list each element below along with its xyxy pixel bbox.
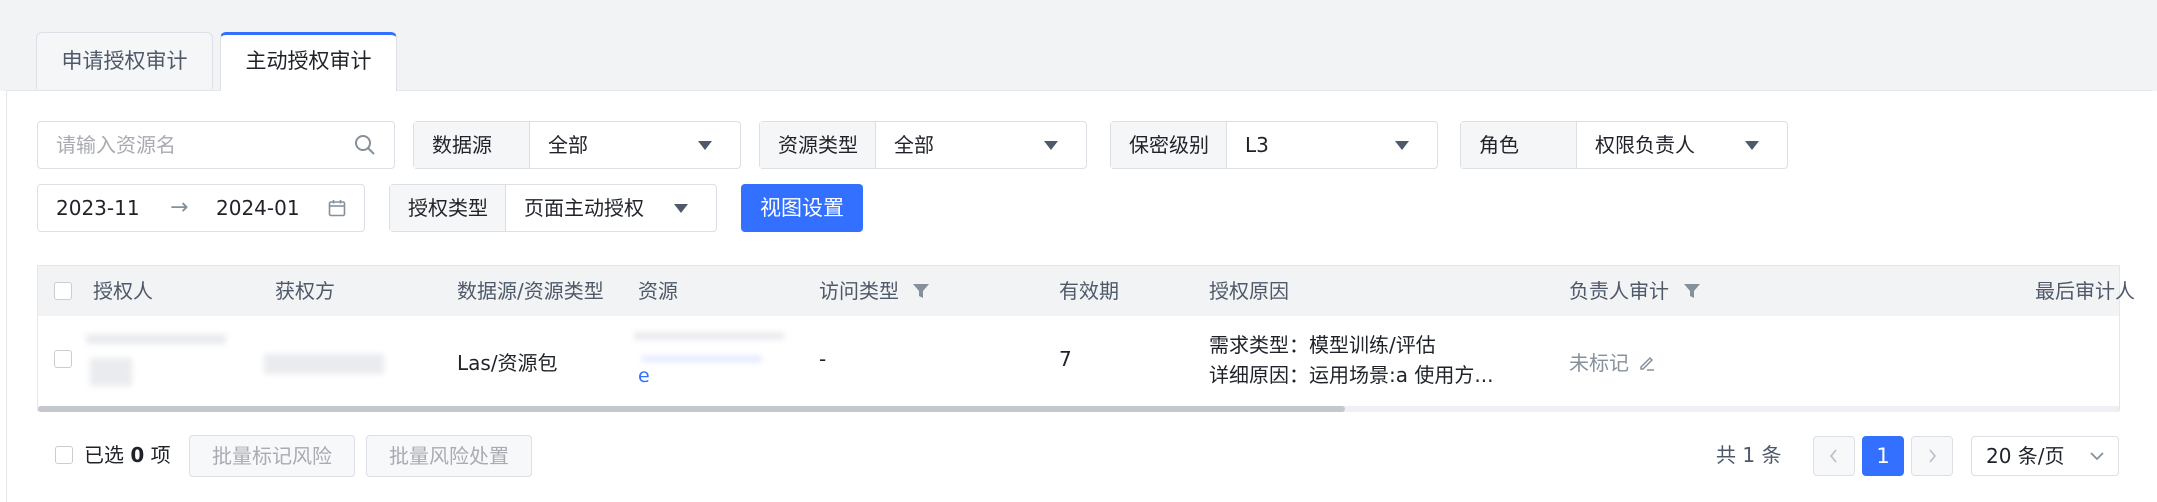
col-grantor: 授权人: [93, 279, 153, 303]
filter-icon[interactable]: [912, 282, 930, 300]
chevron-down-icon: [698, 141, 712, 150]
datasource-label: 数据源: [414, 122, 530, 168]
batch-risk-handle-button[interactable]: 批量风险处置: [366, 435, 532, 477]
selected-label: 已选: [84, 443, 124, 467]
col-grantee: 获权方: [275, 279, 335, 303]
chevron-down-icon: [2090, 452, 2104, 461]
edit-icon[interactable]: [1638, 354, 1656, 372]
chevron-down-icon: [1044, 141, 1058, 150]
resource-type-value: 全部: [894, 133, 934, 157]
prev-page-button[interactable]: [1813, 436, 1855, 476]
datasource-select[interactable]: 数据源 全部: [413, 121, 741, 169]
date-start[interactable]: 2023-11: [56, 185, 140, 231]
chevron-right-icon: [1929, 449, 1937, 463]
col-last-auditor: 最后审计人: [2035, 279, 2135, 303]
auth-type-label: 授权类型: [390, 185, 506, 231]
table-header: 授权人 获权方 数据源/资源类型 资源 访问类型 有效期 授权原因 负责人审计 …: [38, 266, 2135, 316]
batch-mark-risk-button[interactable]: 批量标记风险: [189, 435, 355, 477]
chevron-down-icon: [1395, 141, 1409, 150]
cell-validity: 7: [1059, 347, 1072, 371]
resource-type-label: 资源类型: [760, 122, 876, 168]
view-settings-button[interactable]: 视图设置: [741, 184, 863, 232]
blurred-resource: [634, 332, 784, 340]
blurred-avatar: [90, 358, 132, 386]
date-range-picker[interactable]: 2023-11 → 2024-01: [37, 184, 365, 232]
cell-reason-detail: 详细原因：运用场景:a 使用方...: [1209, 363, 1494, 387]
page-size-select[interactable]: 20 条/页: [1971, 436, 2119, 476]
role-select[interactable]: 角色 权限负责人: [1460, 121, 1788, 169]
role-label: 角色: [1461, 122, 1577, 168]
security-level-label: 保密级别: [1111, 122, 1227, 168]
security-level-select[interactable]: 保密级别 L3: [1110, 121, 1438, 169]
col-owner-audit: 负责人审计: [1569, 279, 1669, 303]
auth-type-value: 页面主动授权: [524, 196, 644, 220]
cell-access-type: -: [819, 347, 827, 371]
blurred-grantor: [86, 334, 226, 344]
search-placeholder: 请输入资源名: [56, 133, 176, 157]
total-prefix: 共: [1716, 443, 1736, 467]
row-checkbox[interactable]: [54, 350, 72, 368]
col-resource: 资源: [638, 279, 678, 303]
col-datasource-type: 数据源/资源类型: [457, 279, 604, 303]
audit-table: 授权人 获权方 数据源/资源类型 资源 访问类型 有效期 授权原因 负责人审计 …: [37, 265, 2135, 412]
footer-select-checkbox[interactable]: [55, 446, 73, 464]
selected-count: 已选 0 项: [84, 441, 171, 469]
selected-unit: 项: [150, 443, 171, 467]
chevron-down-icon: [1745, 141, 1759, 150]
chevron-down-icon: [674, 204, 688, 213]
col-reason: 授权原因: [1209, 279, 1289, 303]
filter-icon[interactable]: [1683, 282, 1701, 300]
security-level-value: L3: [1245, 133, 1269, 157]
date-end[interactable]: 2024-01: [216, 185, 300, 231]
select-all-checkbox[interactable]: [54, 282, 72, 300]
next-page-button[interactable]: [1911, 436, 1953, 476]
arrow-right-icon: →: [170, 195, 189, 220]
cell-datasource-type: Las/资源包: [457, 351, 558, 375]
selected-number: 0: [130, 443, 145, 467]
resource-type-select[interactable]: 资源类型 全部: [759, 121, 1087, 169]
tab-apply-auth-audit[interactable]: 申请授权审计: [36, 32, 213, 89]
cell-owner-audit: 未标记: [1569, 351, 1629, 375]
blurred-resource-link: [642, 356, 762, 362]
calendar-icon: [328, 200, 346, 217]
cell-reason-type: 需求类型：模型训练/评估: [1209, 333, 1436, 357]
total-count: 共 1 条: [1716, 441, 1781, 469]
col-validity: 有效期: [1059, 279, 1119, 303]
tab-active-auth-audit[interactable]: 主动授权审计: [220, 32, 397, 91]
search-icon[interactable]: [354, 134, 376, 156]
auth-type-select[interactable]: 授权类型 页面主动授权: [389, 184, 717, 232]
col-access-type: 访问类型: [819, 279, 899, 303]
chevron-left-icon: [1829, 449, 1837, 463]
blurred-grantee: [264, 354, 384, 374]
page-1-button[interactable]: 1: [1862, 436, 1904, 476]
resource-link[interactable]: e: [638, 365, 650, 387]
horizontal-scrollbar-thumb[interactable]: [38, 406, 1345, 412]
page-size-value: 20 条/页: [1986, 444, 2065, 468]
total-number: 1: [1742, 443, 1756, 467]
datasource-value: 全部: [548, 133, 588, 157]
total-suffix: 条: [1761, 443, 1782, 467]
role-value: 权限负责人: [1595, 133, 1695, 157]
resource-search-input[interactable]: 请输入资源名: [37, 121, 395, 169]
